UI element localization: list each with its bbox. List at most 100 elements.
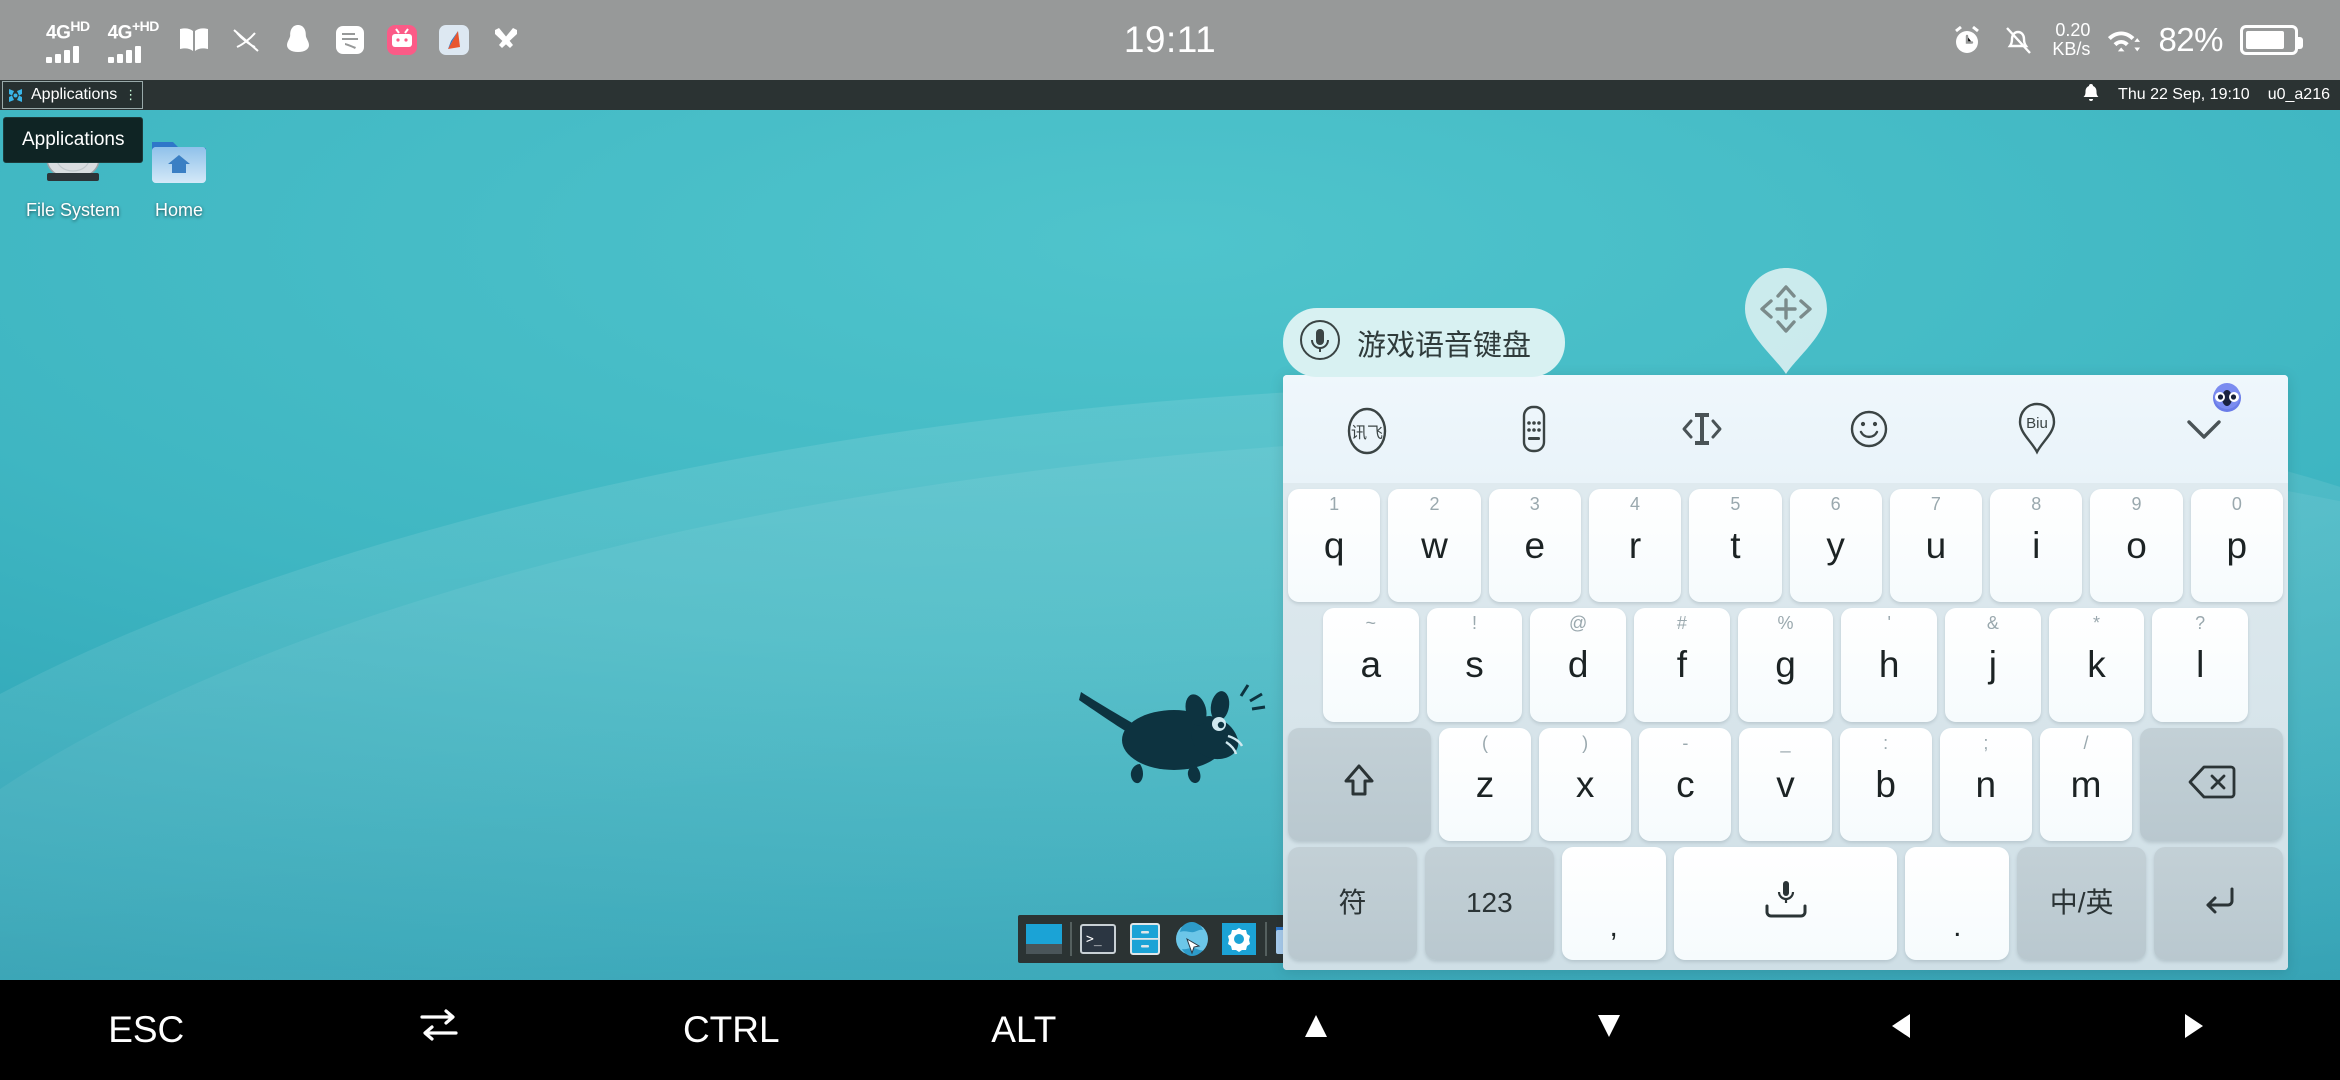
emoji-button[interactable]	[1786, 375, 1954, 483]
keyboard-move-handle[interactable]	[1736, 266, 1836, 381]
key-w[interactable]: 2w	[1388, 489, 1481, 603]
key-q[interactable]: 1q	[1288, 489, 1381, 603]
key-char: 中/英	[2049, 887, 2114, 919]
arrow-right-key-button[interactable]	[2048, 980, 2340, 1080]
key-char: j	[1988, 644, 1997, 686]
keyboard-layout-button[interactable]	[1451, 375, 1619, 483]
backspace-key[interactable]	[2140, 727, 2283, 841]
key-char: e	[1524, 525, 1546, 567]
key-sup: )	[1582, 732, 1589, 753]
key-f[interactable]: # f	[1634, 608, 1730, 722]
settings-button[interactable]	[1218, 918, 1260, 960]
collapse-keyboard-button[interactable]	[2121, 375, 2289, 483]
keyboard-row-4: 符 123 , . 中/英	[1288, 846, 2284, 960]
applications-menu-button[interactable]: Applications ⋮	[2, 81, 144, 109]
key-char: g	[1775, 644, 1796, 686]
dock-separator	[1070, 922, 1072, 956]
key-char: .	[1953, 910, 1962, 943]
ctrl-key-button[interactable]: CTRL	[585, 980, 878, 1080]
key-sup: 9	[2131, 494, 2142, 514]
key-sup: ?	[2195, 613, 2206, 634]
key-t[interactable]: 5t	[1689, 489, 1782, 603]
alt-key-button[interactable]: ALT	[878, 980, 1171, 1080]
key-c[interactable]: -c	[1639, 727, 1732, 841]
arrow-left-key-button[interactable]	[1755, 980, 2048, 1080]
key-char: f	[1676, 644, 1687, 686]
comma-key[interactable]: ,	[1561, 846, 1666, 960]
alipay-icon	[333, 23, 367, 57]
tab-key-button[interactable]	[293, 980, 586, 1080]
key-char: k	[2087, 644, 2106, 686]
applications-menu-label: Applications	[31, 86, 118, 103]
key-sup: *	[2093, 613, 2101, 634]
xfce-desktop[interactable]: Applications ⋮ Thu 22 Sep, 19:10 u0_a216…	[0, 80, 2340, 980]
key-char: p	[2226, 525, 2248, 567]
period-key[interactable]: .	[1905, 846, 2010, 960]
show-desktop-button[interactable]	[1023, 918, 1065, 960]
biu-sticker-button[interactable]: Biu	[1953, 375, 2121, 483]
key-o[interactable]: 9o	[2090, 489, 2183, 603]
key-char: d	[1567, 644, 1589, 686]
key-i[interactable]: 8i	[1990, 489, 2083, 603]
key-k[interactable]: * k	[2048, 608, 2145, 722]
arrow-down-key-button[interactable]	[1463, 980, 1756, 1080]
symbols-key[interactable]: 符	[1288, 846, 1417, 960]
keyboard-toolbar: 讯飞 Biu	[1283, 375, 2288, 483]
key-char: i	[2032, 525, 2041, 567]
file-manager-button[interactable]	[1124, 918, 1166, 960]
key-sup: @	[1569, 613, 1588, 634]
key-s[interactable]: ! s	[1426, 608, 1523, 722]
key-char: s	[1465, 644, 1484, 686]
key-d[interactable]: @ d	[1530, 608, 1626, 722]
key-char: l	[2196, 644, 2205, 686]
key-e[interactable]: 3e	[1488, 489, 1581, 603]
key-j[interactable]: & j	[1945, 608, 2041, 722]
keyboard-row-1: 1q 2w 3e 4r 5t 6y 7u 8i 9o 0p	[1288, 489, 2283, 603]
battery-percent-label: 82%	[2158, 21, 2223, 58]
key-r[interactable]: 4r	[1588, 489, 1682, 603]
numbers-key[interactable]: 123	[1424, 846, 1554, 960]
key-m[interactable]: / m	[2039, 727, 2133, 841]
bell-icon[interactable]	[2082, 83, 2100, 108]
key-g[interactable]: % g	[1737, 608, 1834, 722]
key-a[interactable]: ~ a	[1322, 608, 1419, 722]
key-z[interactable]: (z	[1438, 727, 1532, 841]
language-toggle-key[interactable]: 中/英	[2017, 846, 2147, 960]
arrow-up-key-button[interactable]	[1170, 980, 1463, 1080]
key-b[interactable]: :b	[1839, 727, 1932, 841]
terminal-button[interactable]: >_	[1077, 918, 1119, 960]
key-p[interactable]: 0p	[2190, 489, 2283, 603]
key-char: v	[1776, 763, 1795, 805]
esc-key-button[interactable]: ESC	[0, 980, 293, 1080]
key-u[interactable]: 7u	[1889, 489, 1983, 603]
shift-key[interactable]	[1288, 727, 1431, 841]
book-icon	[177, 23, 211, 57]
key-v[interactable]: _ v	[1739, 727, 1832, 841]
key-sup: 8	[2031, 494, 2042, 514]
enter-key[interactable]	[2154, 846, 2284, 960]
space-key[interactable]	[1673, 846, 1898, 960]
desktop-icon-label: Home	[154, 200, 203, 220]
key-char: o	[2126, 525, 2147, 567]
key-h[interactable]: ' h	[1841, 608, 1938, 722]
dock-separator	[1265, 922, 1267, 956]
text-cursor-button[interactable]	[1618, 375, 1786, 483]
panel-username[interactable]: u0_a216	[2268, 86, 2330, 104]
web-browser-button[interactable]	[1171, 918, 1213, 960]
key-y[interactable]: 6y	[1789, 489, 1882, 603]
key-sup: 1	[1329, 494, 1340, 514]
iflytek-logo-button[interactable]: 讯飞	[1283, 375, 1451, 483]
xfce-task-list[interactable]	[143, 80, 2066, 110]
key-char: a	[1360, 644, 1382, 686]
key-x[interactable]: ) x	[1539, 727, 1632, 841]
svg-text:>_: >_	[1086, 932, 1102, 947]
blue-bird-avatar-icon[interactable]	[2210, 381, 2244, 420]
key-sup: %	[1777, 613, 1794, 634]
iflytek-keyboard: 讯飞 Biu 1 q 2 w 3 e 4 r 5 t 6 y 7 u 8 i 9…	[1283, 375, 2288, 970]
key-char: c	[1676, 763, 1695, 805]
panel-datetime[interactable]: Thu 22 Sep, 19:10	[2118, 86, 2250, 104]
key-n[interactable]: ; n	[1939, 727, 2032, 841]
keyboard-key-area: 1q 2w 3e 4r 5t 6y 7u 8i 9o 0p ~ a ! s @ d #…	[1283, 483, 2288, 970]
key-l[interactable]: ? l	[2152, 608, 2249, 722]
svg-text:讯飞: 讯飞	[1351, 423, 1383, 442]
